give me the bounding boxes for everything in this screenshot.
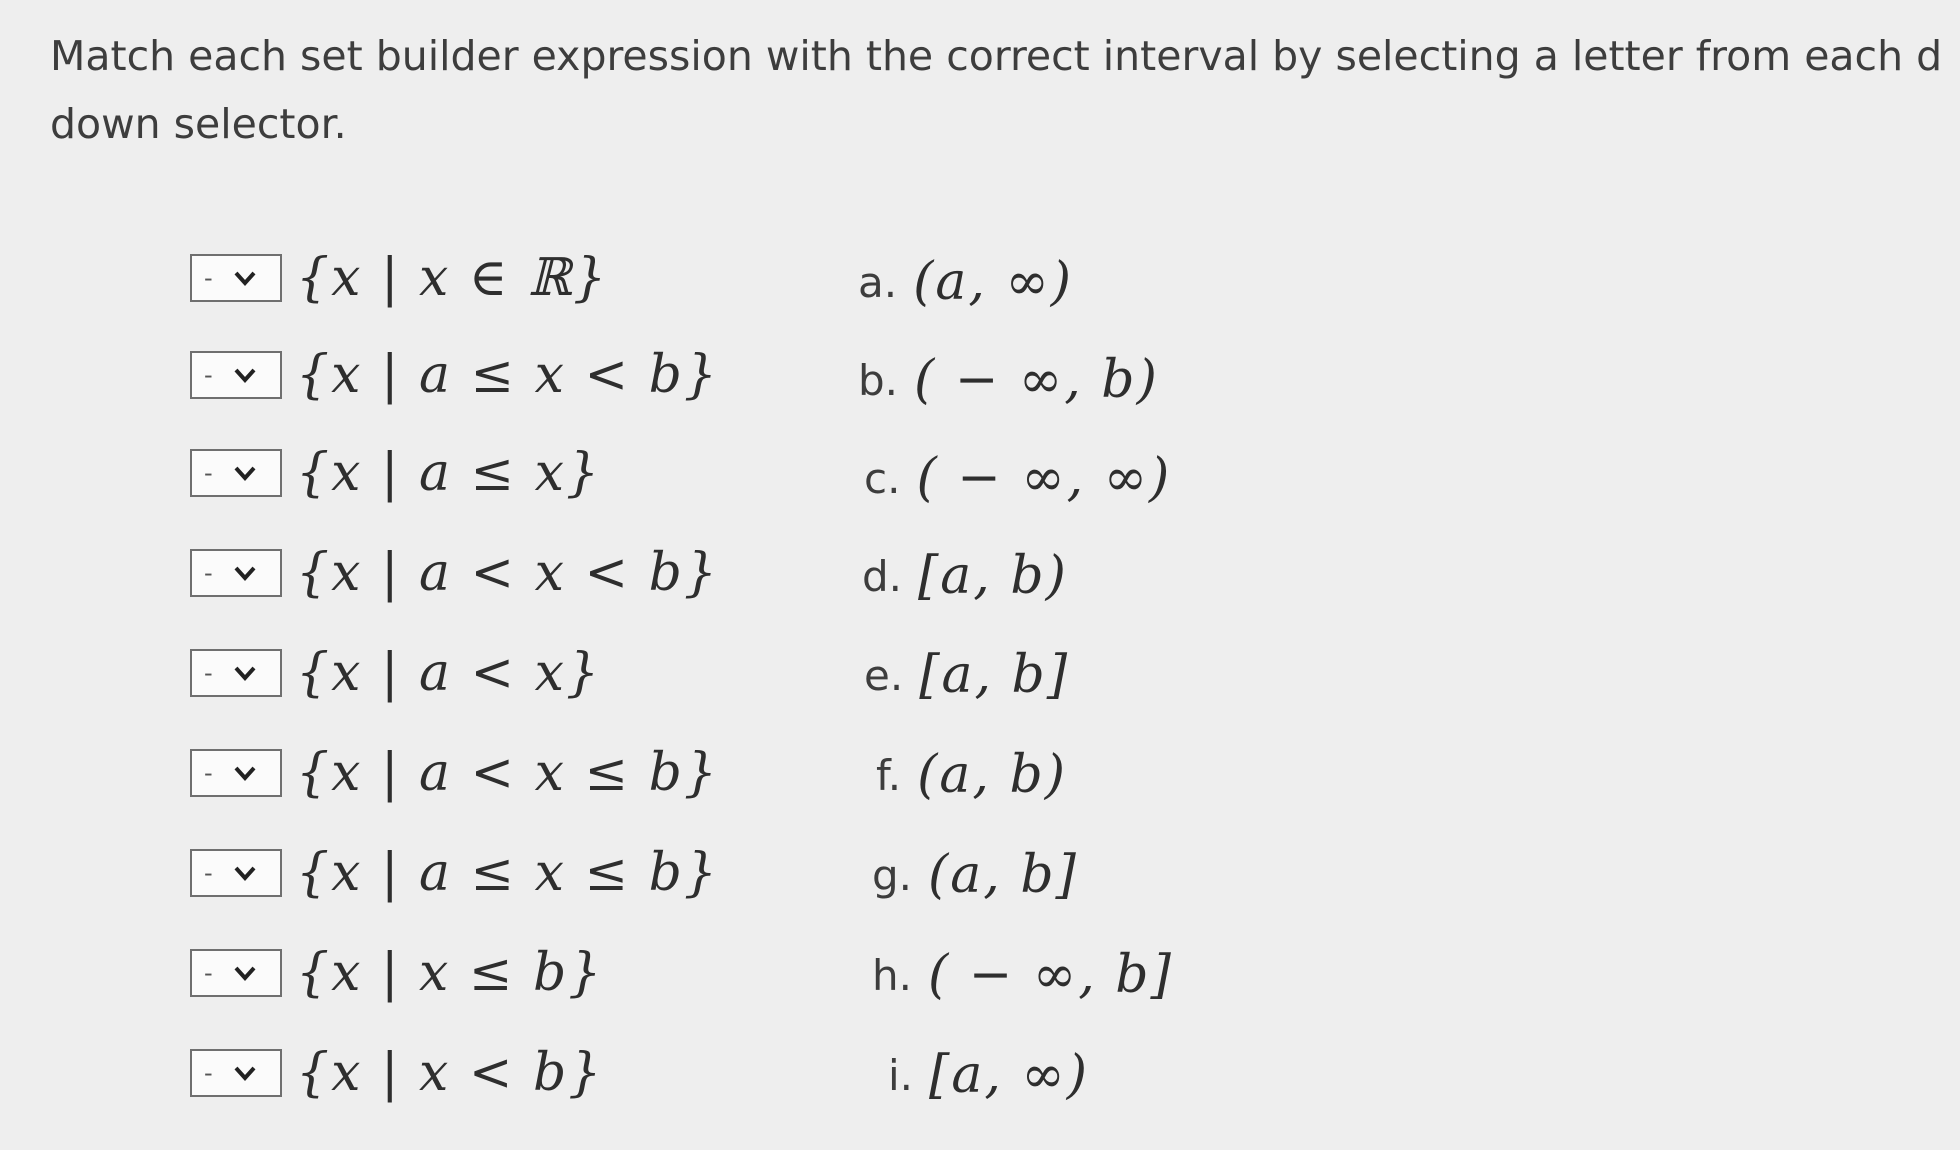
option-letter: d. (862, 551, 903, 601)
option-letter: g. (872, 850, 913, 900)
interval-option: c. ( − ∞, ∞) (864, 448, 1171, 508)
dropdown-value: - (204, 1059, 213, 1087)
set-builder-expression: {x | a ≤ x} (296, 443, 602, 503)
set-builder-expression: {x | x < b} (296, 1043, 604, 1103)
set-builder-expression: {x | x ≤ b} (296, 943, 604, 1003)
option-interval: ( − ∞, ∞) (916, 448, 1172, 508)
set-builder-expression: {x | a < x < b} (296, 543, 719, 603)
dropdown-value: - (204, 459, 213, 487)
chevron-down-icon (234, 271, 256, 286)
dropdown-value: - (204, 859, 213, 887)
chevron-down-icon (234, 566, 256, 581)
answer-dropdown[interactable]: - (190, 949, 282, 997)
instructions-text: Match each set builder expression with t… (50, 22, 1950, 158)
set-builder-expression: {x | a < x ≤ b} (296, 743, 719, 803)
dropdown-value: - (204, 759, 213, 787)
answer-dropdown[interactable]: - (190, 849, 282, 897)
match-row: - {x | x < b} (190, 1043, 603, 1103)
option-interval: (a, ∞) (913, 252, 1074, 312)
match-row: - {x | a < x ≤ b} (190, 743, 719, 803)
chevron-down-icon (234, 866, 256, 881)
match-row: - {x | x ≤ b} (190, 943, 603, 1003)
option-interval: [a, b) (918, 546, 1068, 606)
set-builder-expression: {x | a ≤ x ≤ b} (296, 843, 719, 903)
match-row: - {x | x ∈ ℝ} (190, 248, 608, 308)
interval-option: a. (a, ∞) (858, 252, 1073, 312)
interval-option: h. ( − ∞, b] (872, 945, 1173, 1005)
set-builder-expression: {x | a < x} (296, 643, 602, 703)
option-letter: b. (858, 355, 899, 405)
interval-option: f. (a, b) (876, 745, 1067, 805)
chevron-down-icon (234, 1066, 256, 1081)
chevron-down-icon (234, 466, 256, 481)
match-row: - {x | a < x} (190, 643, 601, 703)
answer-dropdown[interactable]: - (190, 351, 282, 399)
interval-option: d. [a, b) (862, 546, 1068, 606)
answer-dropdown[interactable]: - (190, 449, 282, 497)
match-row: - {x | a ≤ x ≤ b} (190, 843, 719, 903)
match-row: - {x | a ≤ x} (190, 443, 601, 503)
match-row: - {x | a < x < b} (190, 543, 719, 603)
option-letter: i. (888, 1050, 914, 1100)
instructions-line-2: down selector. (50, 100, 347, 148)
option-letter: c. (864, 453, 901, 503)
answer-dropdown[interactable]: - (190, 549, 282, 597)
dropdown-value: - (204, 559, 213, 587)
set-builder-expression: {x | x ∈ ℝ} (296, 248, 609, 308)
interval-option: e. [a, b] (864, 645, 1069, 705)
chevron-down-icon (234, 966, 256, 981)
instructions-line-1: Match each set builder expression with t… (50, 32, 1943, 80)
option-letter: h. (872, 950, 912, 1000)
answer-dropdown[interactable]: - (190, 749, 282, 797)
option-interval: (a, b) (917, 745, 1068, 805)
answer-dropdown[interactable]: - (190, 649, 282, 697)
match-row: - {x | a ≤ x < b} (190, 345, 719, 405)
option-letter: e. (864, 650, 904, 700)
interval-option: i. [a, ∞) (888, 1045, 1089, 1105)
answer-dropdown[interactable]: - (190, 254, 282, 302)
option-interval: ( − ∞, b) (914, 350, 1159, 410)
option-interval: (a, b] (928, 845, 1078, 905)
set-builder-expression: {x | a ≤ x < b} (296, 345, 719, 405)
dropdown-value: - (204, 361, 213, 389)
chevron-down-icon (234, 766, 256, 781)
chevron-down-icon (234, 368, 256, 383)
option-letter: f. (876, 750, 902, 800)
option-interval: [a, b] (919, 645, 1070, 705)
dropdown-value: - (204, 959, 213, 987)
chevron-down-icon (234, 666, 256, 681)
interval-option: b. ( − ∞, b) (858, 350, 1159, 410)
option-interval: [a, ∞) (929, 1045, 1089, 1105)
option-letter: a. (858, 257, 898, 307)
answer-dropdown[interactable]: - (190, 1049, 282, 1097)
dropdown-value: - (204, 264, 213, 292)
dropdown-value: - (204, 659, 213, 687)
option-interval: ( − ∞, b] (927, 945, 1173, 1005)
interval-option: g. (a, b] (872, 845, 1078, 905)
